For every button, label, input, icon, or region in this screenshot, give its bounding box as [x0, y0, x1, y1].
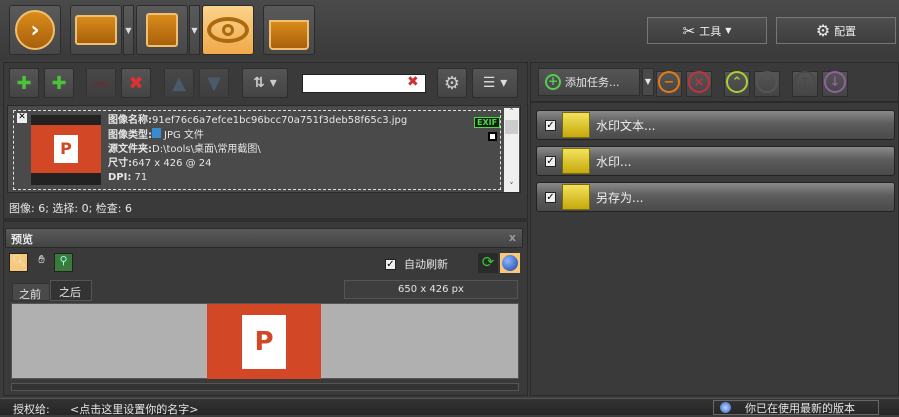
scroll-up-icon: ˄ — [509, 108, 514, 118]
config-button[interactable]: ⚙ 配置 — [776, 17, 896, 44]
checkbox-icon: ✓ — [385, 258, 396, 270]
delete-icon: ✖ — [128, 72, 144, 94]
save-dropdown[interactable]: ▼ — [189, 5, 200, 55]
move-down-button[interactable]: ▼ — [199, 68, 229, 98]
image-list: ✕ P 图像名称:91ef76c6a7efce1bc96bcc70a751f3d… — [7, 105, 521, 193]
add-folder-icon: ✚ — [51, 72, 67, 94]
minus-icon: ▬ — [92, 72, 110, 94]
zoom-tool-button[interactable]: 🔍︎ — [9, 253, 28, 272]
preview-header: 预览 x — [5, 228, 523, 248]
info-globe-icon — [720, 402, 731, 413]
task-watermark[interactable]: ✓ 水印... — [536, 146, 895, 176]
task-checkbox[interactable]: ✓ — [545, 191, 556, 203]
preview-dimensions: 650 x 426 px — [344, 280, 518, 299]
open-folder-button[interactable] — [70, 5, 122, 55]
floppy-icon — [146, 13, 178, 47]
preview-canvas[interactable]: P — [11, 303, 519, 379]
exif-badge[interactable]: EXIF — [474, 117, 501, 128]
list-view-icon: ☰ ▾ — [482, 75, 508, 91]
add-task-dropdown[interactable]: ▼ — [642, 68, 654, 96]
save-button[interactable] — [136, 5, 188, 55]
sort-icon: ⇅ ▾ — [253, 75, 277, 91]
auto-refresh-checkbox[interactable]: ✓ 自动刷新 — [385, 256, 448, 272]
chevron-down-icon: ▼ — [725, 26, 732, 35]
task-checkbox[interactable]: ✓ — [545, 119, 556, 131]
chevron-up-circle-icon: ⌃ — [726, 71, 748, 93]
watermark-image-icon — [562, 148, 590, 174]
image-gear-icon: ⚙ — [443, 72, 461, 94]
remove-item-icon[interactable]: ✕ — [17, 113, 27, 123]
shop-button[interactable] — [263, 5, 315, 55]
bag-icon — [269, 20, 309, 50]
expand-icon[interactable] — [488, 132, 497, 141]
chevron-up-circle-disabled-icon: ⌃ — [756, 71, 778, 93]
arrow-down-circle-icon: ↓ — [824, 71, 846, 93]
image-settings-button[interactable]: ⚙ — [437, 68, 467, 98]
arrow-up-circle-icon: ↑ — [794, 71, 816, 93]
image-thumbnail: P — [31, 115, 101, 185]
remove-image-button[interactable]: ▬ — [86, 68, 116, 98]
sort-button[interactable]: ⇅ ▾ — [242, 68, 288, 98]
preview-toggle-button[interactable] — [202, 5, 254, 55]
gear-icon: ⚙ — [815, 21, 831, 40]
add-circle-icon: + — [545, 74, 561, 90]
preview-image: P — [207, 304, 321, 379]
task-checkbox[interactable]: ✓ — [545, 155, 556, 167]
arrow-up-icon: ▲ — [172, 72, 186, 94]
splitter[interactable] — [3, 218, 528, 222]
view-mode-button[interactable]: ☰ ▾ — [472, 68, 518, 98]
image-status: 图像: 6; 选择: 0; 检查: 6 — [9, 202, 133, 215]
add-task-button[interactable]: + 添加任务... — [538, 68, 640, 96]
image-list-scrollbar[interactable]: ˄ ˅ — [504, 108, 519, 192]
arrow-right-icon: › — [15, 10, 55, 50]
jpg-file-icon — [152, 128, 161, 138]
arrow-down-icon: ▼ — [207, 72, 221, 94]
globe-button[interactable] — [500, 253, 520, 273]
task-save-as[interactable]: ✓ 另存为... — [536, 182, 895, 212]
clear-search-icon[interactable]: ✖ — [407, 74, 419, 90]
minus-circle-icon: − — [658, 71, 680, 93]
image-list-item[interactable]: ✕ P 图像名称:91ef76c6a7efce1bc96bcc70a751f3d… — [13, 110, 501, 190]
powerpoint-logo-icon: P — [242, 314, 286, 369]
wrench-screwdriver-icon: ✂ — [682, 21, 696, 40]
move-up-button[interactable]: ▲ — [164, 68, 194, 98]
pan-tool-button[interactable]: ✋︎ — [32, 253, 51, 272]
tools-menu-button[interactable]: ✂ 工具 ▼ — [647, 17, 767, 44]
hand-icon: ✋︎ — [38, 253, 45, 266]
x-circle-icon: × — [688, 71, 710, 93]
task-watermark-text[interactable]: ✓ 水印文本... — [536, 110, 895, 140]
add-image-icon: ✚ — [16, 72, 32, 94]
powerpoint-logo-icon: P — [54, 135, 78, 163]
preview-close-button[interactable]: x — [509, 231, 516, 244]
save-as-icon — [562, 184, 590, 210]
refresh-button[interactable]: ⟳ — [478, 253, 498, 273]
add-images-button[interactable]: ✚ — [9, 68, 39, 98]
run-button[interactable]: › — [9, 5, 61, 55]
folder-icon — [75, 15, 117, 45]
fit-tool-button[interactable]: ⚲ — [54, 253, 73, 272]
tab-after[interactable]: 之后 — [50, 280, 92, 301]
scroll-down-icon: ˅ — [509, 182, 514, 192]
eye-icon — [207, 17, 249, 43]
preview-scrollbar[interactable] — [11, 383, 519, 391]
magnifier-icon: 🔍︎ — [11, 254, 26, 267]
tab-before[interactable]: 之前 — [12, 283, 50, 301]
globe-icon — [502, 255, 518, 271]
refresh-icon: ⟳ — [481, 253, 495, 271]
fit-icon: ⚲ — [59, 254, 68, 267]
open-folder-dropdown[interactable]: ▼ — [123, 5, 134, 55]
remove-all-button[interactable]: ✖ — [121, 68, 151, 98]
add-folder-button[interactable]: ✚ — [44, 68, 74, 98]
watermark-text-icon — [562, 112, 590, 138]
version-status: 你已在使用最新的版本 — [713, 400, 879, 415]
